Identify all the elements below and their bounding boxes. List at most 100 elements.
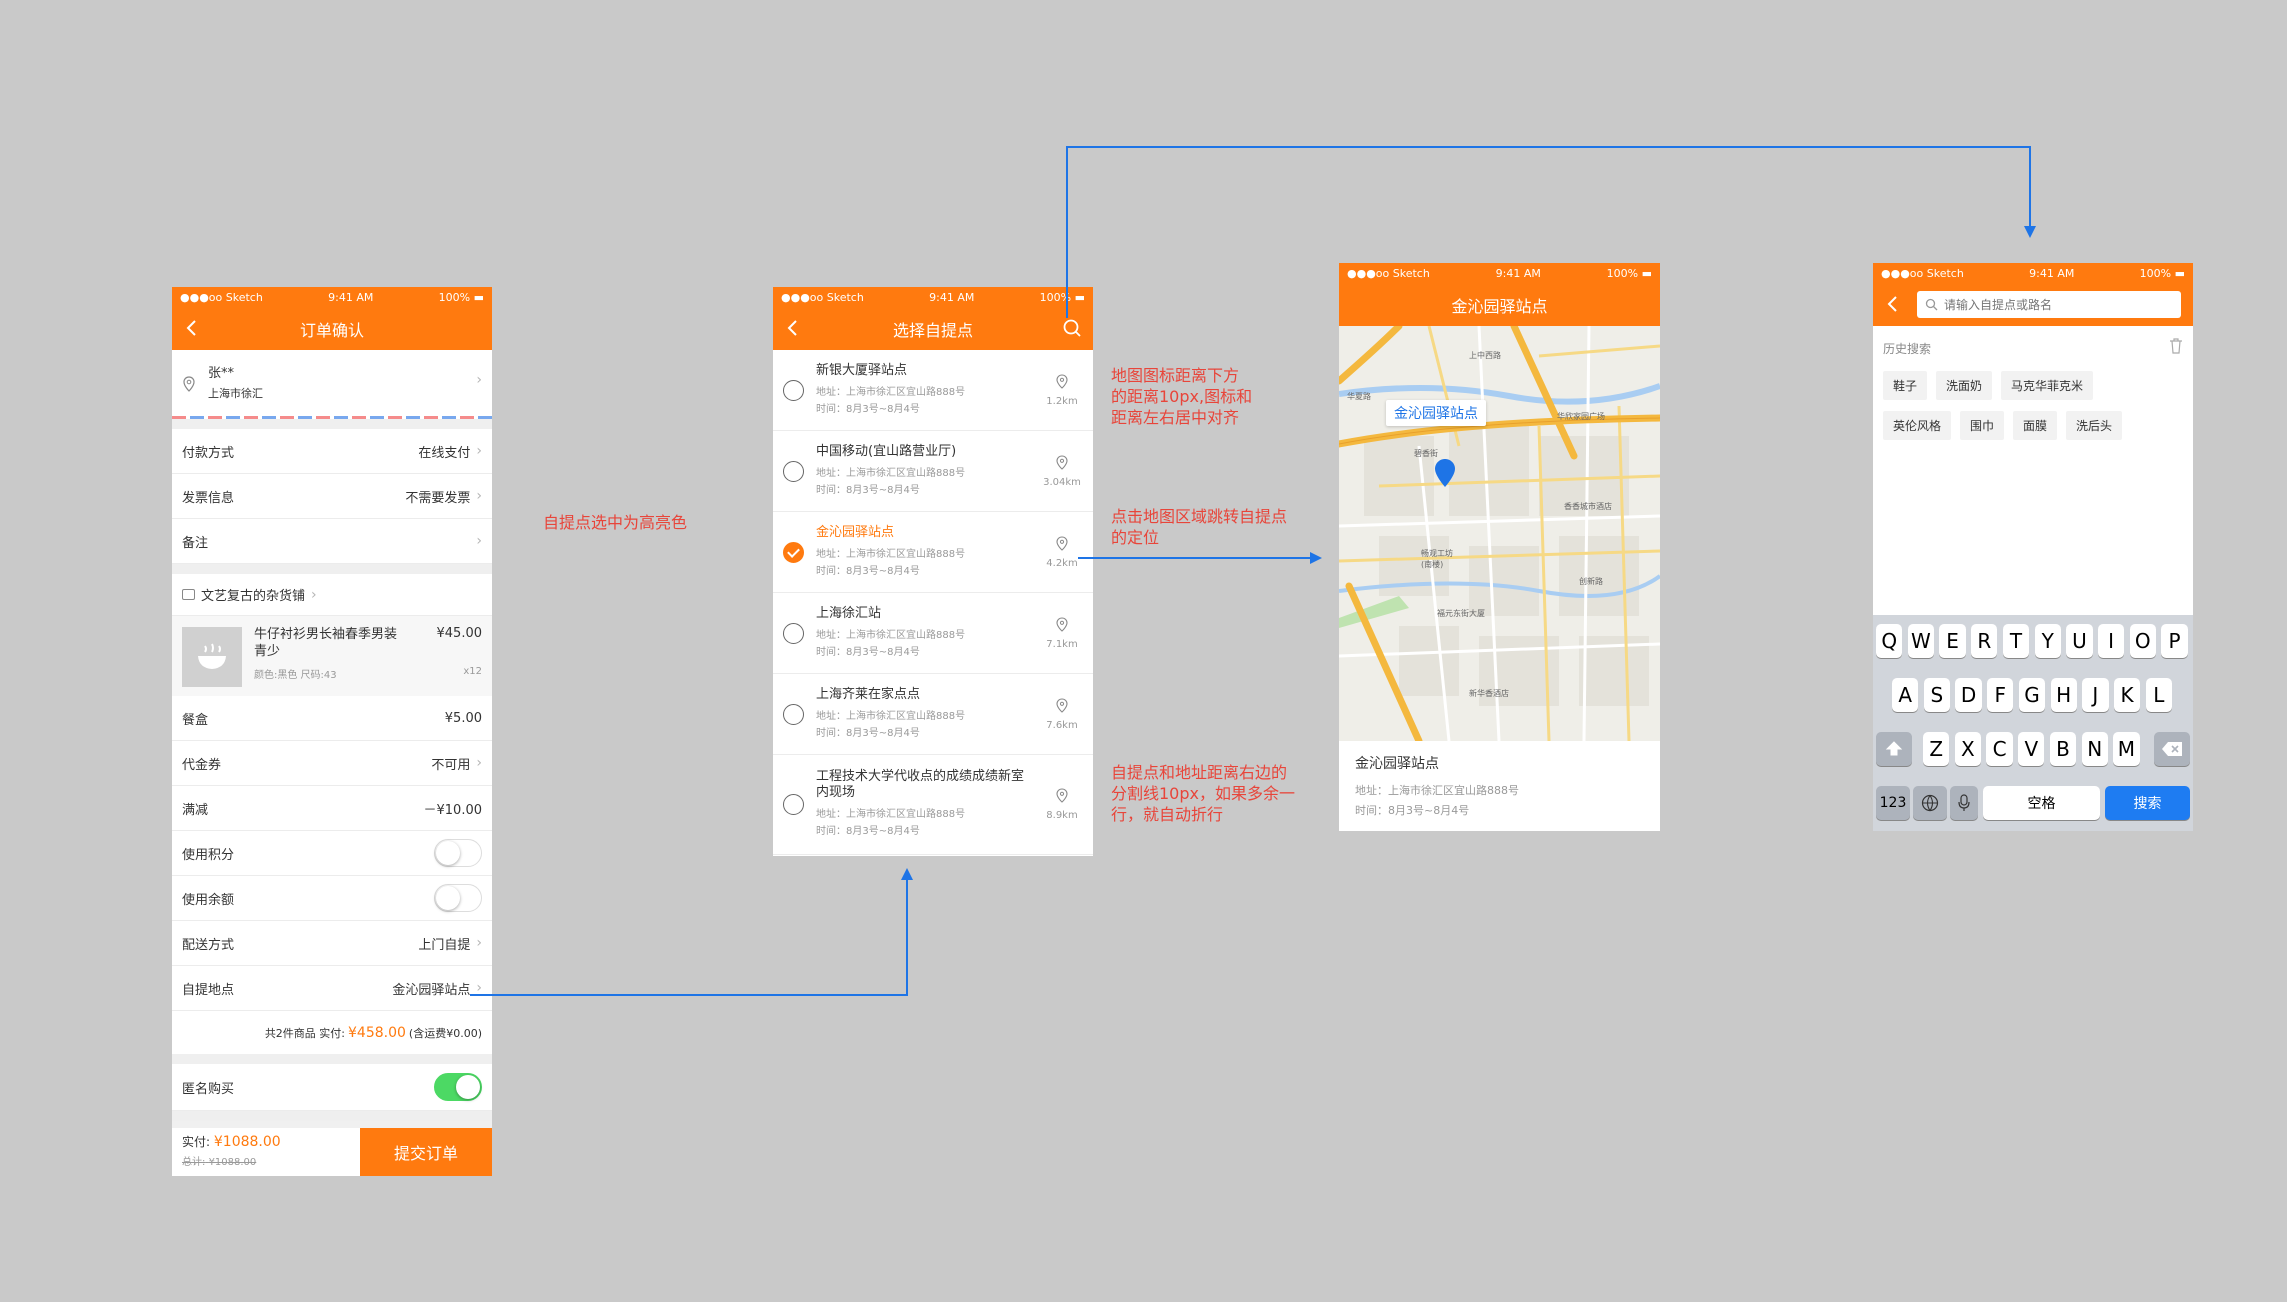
pickup-site-item[interactable]: 中国移动(宜山路营业厅) 地址：上海市徐汇区宜山路888号 时间：8月3号~8月4号… (773, 431, 1093, 512)
balance-switch[interactable] (434, 884, 482, 912)
key-k[interactable]: K (2113, 678, 2141, 712)
pickup-site-item[interactable]: 上海徐汇站 地址：上海市徐汇区宜山路888号 时间：8月3号~8月4号 7.1km (773, 593, 1093, 674)
product-thumbnail (182, 627, 242, 687)
key-a[interactable]: A (1892, 678, 1919, 712)
connector-line (1078, 557, 1314, 559)
key-u[interactable]: U (2066, 624, 2093, 658)
key-m[interactable]: M (2113, 732, 2140, 766)
voucher-row[interactable]: 代金券 不可用 › (172, 741, 492, 786)
history-tag[interactable]: 鞋子 (1883, 371, 1928, 400)
key-s[interactable]: S (1923, 678, 1951, 712)
pay-amount: ¥1088.00 (213, 1134, 281, 1150)
key-p[interactable]: P (2161, 624, 2188, 658)
delivery-row[interactable]: 配送方式 上门自提 › (172, 921, 492, 966)
balance-row: 使用余额 (172, 876, 492, 921)
address-card[interactable]: 张** 上海市徐汇 › (172, 350, 492, 419)
key-v[interactable]: V (2018, 732, 2045, 766)
key-r[interactable]: R (1971, 624, 1998, 658)
key-b[interactable]: B (2049, 732, 2077, 766)
map-poi-label: 香香城市酒店 (1564, 502, 1612, 511)
key-f[interactable]: F (1987, 678, 2014, 712)
space-key[interactable]: 空格 (1983, 786, 2100, 820)
site-map-button[interactable]: 8.9km (1043, 755, 1081, 854)
key-e[interactable]: E (1939, 624, 1966, 658)
shop-row[interactable]: 文艺复古的杂货铺 › (172, 574, 492, 616)
history-tag[interactable]: 洗后头 (2066, 411, 2123, 440)
remark-row[interactable]: 备注 › (172, 519, 492, 564)
key-g[interactable]: G (2018, 678, 2046, 712)
key-c[interactable]: C (1986, 732, 2013, 766)
product-price: ¥45.00 (436, 626, 483, 641)
site-map-button[interactable]: 7.6km (1043, 674, 1081, 754)
station-time: 时间：8月3号~8月4号 (1355, 804, 1470, 817)
status-bar: ●●●oo Sketch 9:41 AM 100% ▬ (172, 287, 492, 307)
key-w[interactable]: W (1907, 624, 1935, 658)
connector-line (1066, 146, 2031, 148)
site-map-button[interactable]: 7.1km (1043, 593, 1081, 673)
shift-icon[interactable] (1876, 732, 1912, 766)
radio-icon[interactable] (783, 703, 804, 725)
back-icon[interactable] (1883, 293, 1903, 315)
history-tag[interactable]: 洗面奶 (1936, 371, 1993, 400)
history-tag[interactable]: 围巾 (1960, 411, 2005, 440)
radio-icon[interactable] (783, 622, 804, 644)
key-n[interactable]: N (2081, 732, 2108, 766)
radio-icon[interactable] (783, 460, 804, 482)
anonymous-switch[interactable] (434, 1073, 482, 1101)
delete-icon[interactable] (2154, 732, 2190, 766)
history-tag[interactable]: 马克华菲克米 (2001, 371, 2094, 400)
key-h[interactable]: H (2050, 678, 2077, 712)
site-map-button[interactable]: 4.2km (1043, 512, 1081, 592)
page-title: 选择自提点 (892, 320, 973, 340)
history-tags: 鞋子 洗面奶 马克华菲克米英伦风格 围巾 面膜 洗后头 (1883, 371, 2183, 451)
key-y[interactable]: Y (2034, 624, 2061, 658)
globe-icon[interactable] (1913, 786, 1947, 820)
numbers-key[interactable]: 123 (1876, 786, 1910, 820)
map-area[interactable]: 上中西路 华夏路 华欣家园广场 碧香街 香香城市酒店 畅观工坊(南楼) 福元东街… (1339, 326, 1660, 741)
box-fee-value: ¥5.00 (444, 710, 482, 726)
search-input[interactable] (1944, 297, 2164, 312)
pickup-row[interactable]: 自提地点 金沁园驿站点 › (172, 966, 492, 1011)
product-item[interactable]: 牛仔衬衫男长袖春季男装青少 ¥45.00 颜色:黑色 尺码:43 x12 (172, 616, 492, 696)
pay-label: 实付: (182, 1135, 211, 1149)
points-switch[interactable] (434, 839, 482, 867)
key-i[interactable]: I (2097, 624, 2125, 658)
payment-row[interactable]: 付款方式 在线支付 › (172, 429, 492, 474)
invoice-row[interactable]: 发票信息 不需要发票 › (172, 474, 492, 519)
map-callout[interactable]: 金沁园驿站点 (1386, 400, 1486, 426)
key-o[interactable]: O (2129, 624, 2156, 658)
history-tag[interactable]: 英伦风格 (1883, 411, 1952, 440)
search-icon[interactable] (1061, 317, 1083, 339)
pickup-site-item[interactable]: 工程技术大学代收点的成绩成绩新室内现场 地址：上海市徐汇区宜山路888号 时间：8月… (773, 755, 1093, 855)
pickup-site-item[interactable]: 金沁园驿站点 地址：上海市徐汇区宜山路888号 时间：8月3号~8月4号 4.2km (773, 512, 1093, 593)
battery: 100% ▬ (1606, 266, 1652, 280)
radio-icon[interactable] (783, 794, 804, 815)
history-tag[interactable]: 面膜 (2013, 411, 2058, 440)
invoice-value: 不需要发票 (405, 490, 471, 506)
microphone-icon[interactable] (1950, 786, 1978, 820)
pickup-site-item[interactable]: 上海齐莱在家点点 地址：上海市徐汇区宜山路888号 时间：8月3号~8月4号 7.6k… (773, 674, 1093, 755)
map-poi-label: 福元东街大厦 (1437, 609, 1485, 618)
key-j[interactable]: J (2082, 678, 2109, 712)
station-info: 金沁园驿站点 地址：上海市徐汇区宜山路888号 时间：8月3号~8月4号 (1339, 741, 1660, 831)
site-map-button[interactable]: 3.04km (1043, 431, 1081, 511)
key-d[interactable]: D (1955, 678, 1982, 712)
key-z[interactable]: Z (1923, 732, 1950, 766)
delivery-label: 配送方式 (182, 937, 235, 953)
back-icon[interactable] (182, 317, 202, 339)
trash-icon[interactable] (2169, 338, 2183, 354)
submit-order-button[interactable]: 提交订单 (360, 1128, 492, 1176)
key-q[interactable]: Q (1876, 624, 1903, 658)
map-pin-icon[interactable] (1434, 458, 1456, 488)
pickup-site-item[interactable]: 新银大厦驿站点 地址：上海市徐汇区宜山路888号 时间：8月3号~8月4号 1.2km (773, 350, 1093, 431)
key-t[interactable]: T (2002, 624, 2030, 658)
key-l[interactable]: L (2145, 678, 2172, 712)
search-key[interactable]: 搜索 (2105, 786, 2190, 820)
key-x[interactable]: X (1954, 732, 1982, 766)
radio-checked-icon[interactable] (783, 541, 804, 563)
back-icon[interactable] (783, 317, 803, 339)
radio-icon[interactable] (783, 379, 804, 401)
search-box[interactable] (1917, 291, 2181, 318)
site-map-button[interactable]: 1.2km (1043, 350, 1081, 430)
arrow-head-down (2024, 226, 2036, 238)
